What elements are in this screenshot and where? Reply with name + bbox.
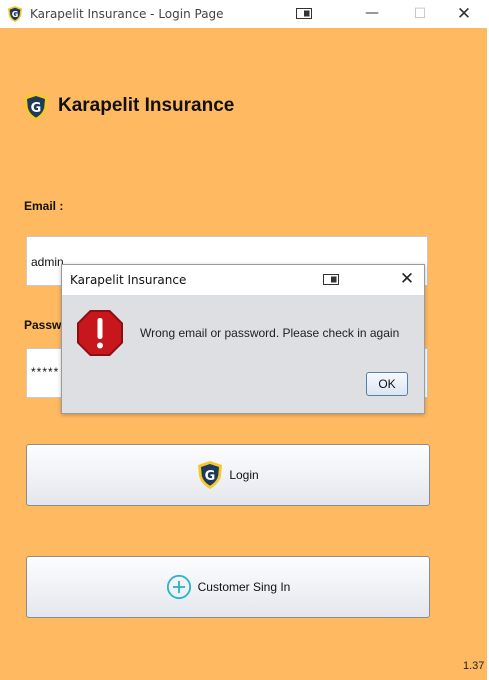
shield-logo-icon: G (198, 461, 223, 489)
window-title: Karapelit Insurance - Login Page (30, 7, 224, 21)
svg-text:G: G (12, 10, 19, 19)
error-stop-icon (77, 310, 123, 356)
snap-layout-icon[interactable] (323, 274, 339, 285)
dialog-close-button[interactable]: ✕ (398, 271, 416, 289)
login-button-label: Login (229, 468, 259, 482)
add-circle-icon (166, 574, 191, 600)
svg-text:G: G (31, 101, 42, 116)
minimize-button[interactable]: — (362, 6, 382, 22)
svg-text:G: G (205, 469, 216, 484)
customer-signin-button[interactable]: Customer Sing In (26, 556, 430, 618)
ok-button[interactable]: OK (366, 372, 408, 396)
dialog-title: Karapelit Insurance (70, 273, 187, 287)
login-button[interactable]: G Login (26, 444, 430, 506)
dialog-message: Wrong email or password. Please check in… (140, 326, 400, 340)
snap-layout-icon[interactable] (296, 8, 312, 19)
app-shield-icon: G (8, 6, 22, 22)
customer-signin-label: Customer Sing In (197, 580, 291, 594)
window-titlebar: G Karapelit Insurance - Login Page — ☐ ✕ (0, 0, 489, 28)
brand-title: Karapelit Insurance (58, 95, 235, 116)
error-dialog: Karapelit Insurance ✕ Wrong email or pas… (61, 264, 425, 414)
maximize-button[interactable]: ☐ (410, 6, 430, 22)
shield-logo-icon: G (24, 93, 48, 121)
close-button[interactable]: ✕ (454, 6, 474, 23)
email-label: Email : (24, 199, 64, 213)
dialog-titlebar: Karapelit Insurance ✕ (62, 265, 424, 295)
version-label: 1.37 (463, 660, 485, 672)
